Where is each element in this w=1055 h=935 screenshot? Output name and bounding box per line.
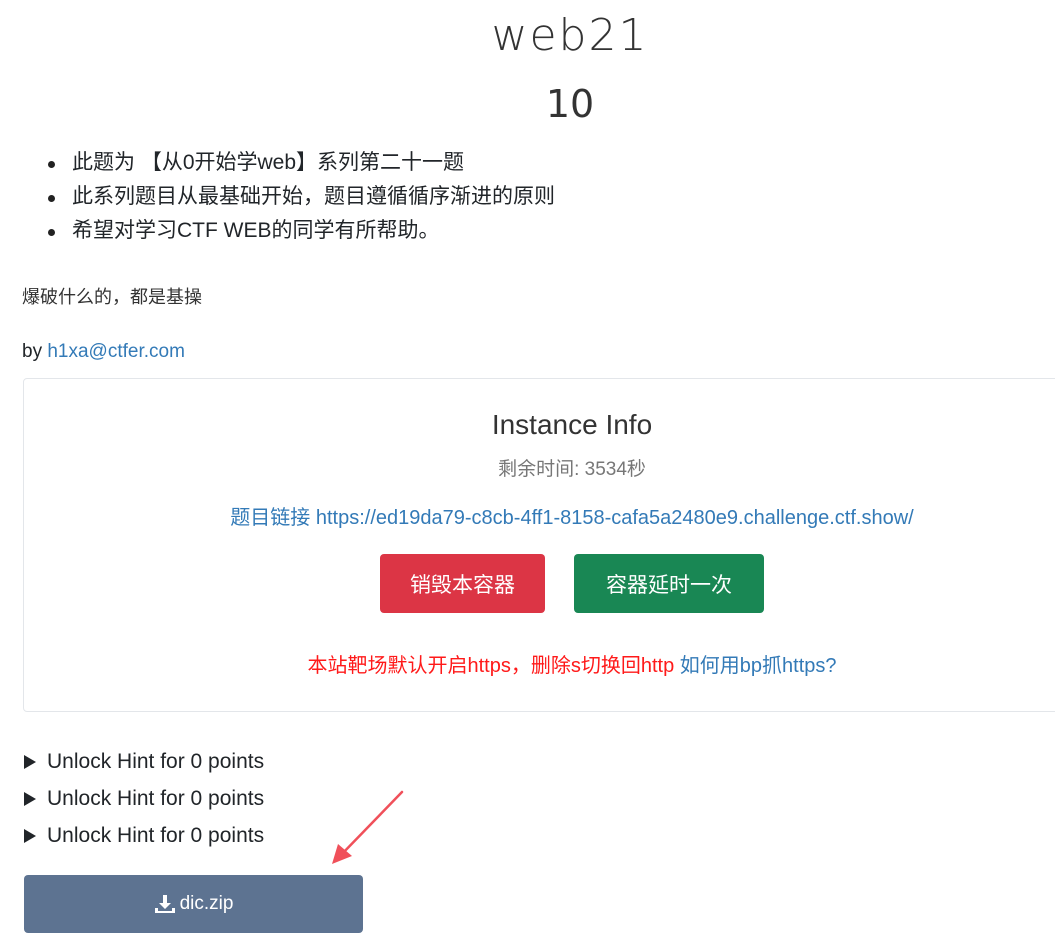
- annotation-arrow-icon: [332, 790, 404, 864]
- description-item: 此题为 【从0开始学web】系列第二十一题: [48, 146, 555, 180]
- challenge-link-url[interactable]: https://ed19da79-c8cb-4ff1-8158-cafa5a24…: [316, 507, 914, 529]
- https-notice: 本站靶场默认开启https，删除s切换回http 如何用bp抓https?: [24, 649, 1055, 678]
- instance-info-panel: Instance Info 剩余时间: 3534秒 题目链接 https://e…: [23, 378, 1055, 712]
- caret-right-icon: [24, 828, 36, 843]
- hint-toggle[interactable]: Unlock Hint for 0 points: [24, 817, 264, 854]
- destroy-container-button[interactable]: 销毁本容器: [380, 554, 545, 613]
- extend-container-button[interactable]: 容器延时一次: [574, 554, 764, 613]
- bp-https-help-link[interactable]: 如何用bp抓https?: [680, 655, 837, 677]
- author-line: by h1xa@ctfer.com: [22, 341, 185, 363]
- challenge-title: web21: [491, 10, 649, 61]
- download-file-button[interactable]: dic.zip: [24, 875, 363, 933]
- hint-toggle[interactable]: Unlock Hint for 0 points: [24, 780, 264, 817]
- description-item: 此系列题目从最基础开始，题目遵循循序渐进的原则: [48, 180, 555, 214]
- description-item: 希望对学习CTF WEB的同学有所帮助。: [48, 214, 555, 248]
- author-email-link[interactable]: h1xa@ctfer.com: [47, 341, 185, 362]
- hint-label: Unlock Hint for 0 points: [47, 786, 265, 810]
- https-notice-text: 本站靶场默认开启https，删除s切换回http: [307, 655, 675, 677]
- description-list: 此题为 【从0开始学web】系列第二十一题 此系列题目从最基础开始，题目遵循循序…: [48, 146, 555, 248]
- hint-label: Unlock Hint for 0 points: [47, 823, 265, 847]
- challenge-points: 10: [545, 82, 595, 126]
- caret-right-icon: [24, 791, 36, 806]
- caret-right-icon: [24, 754, 36, 769]
- author-prefix: by: [22, 341, 48, 362]
- challenge-page: web21 10 此题为 【从0开始学web】系列第二十一题 此系列题目从最基础…: [0, 0, 1055, 935]
- hint-toggle[interactable]: Unlock Hint for 0 points: [24, 743, 264, 780]
- challenge-link-label[interactable]: 题目链接: [230, 507, 310, 529]
- instance-title: Instance Info: [491, 409, 653, 440]
- download-file-label: dic.zip: [179, 893, 234, 914]
- challenge-note: 爆破什么的，都是基操: [22, 287, 202, 307]
- remaining-time: 剩余时间: 3534秒: [498, 459, 646, 480]
- challenge-link[interactable]: 题目链接 https://ed19da79-c8cb-4ff1-8158-caf…: [24, 501, 1055, 530]
- download-icon: [154, 895, 175, 913]
- instance-actions: 销毁本容器 容器延时一次: [380, 554, 764, 613]
- hints-list: Unlock Hint for 0 points Unlock Hint for…: [24, 743, 264, 854]
- hint-label: Unlock Hint for 0 points: [47, 749, 265, 773]
